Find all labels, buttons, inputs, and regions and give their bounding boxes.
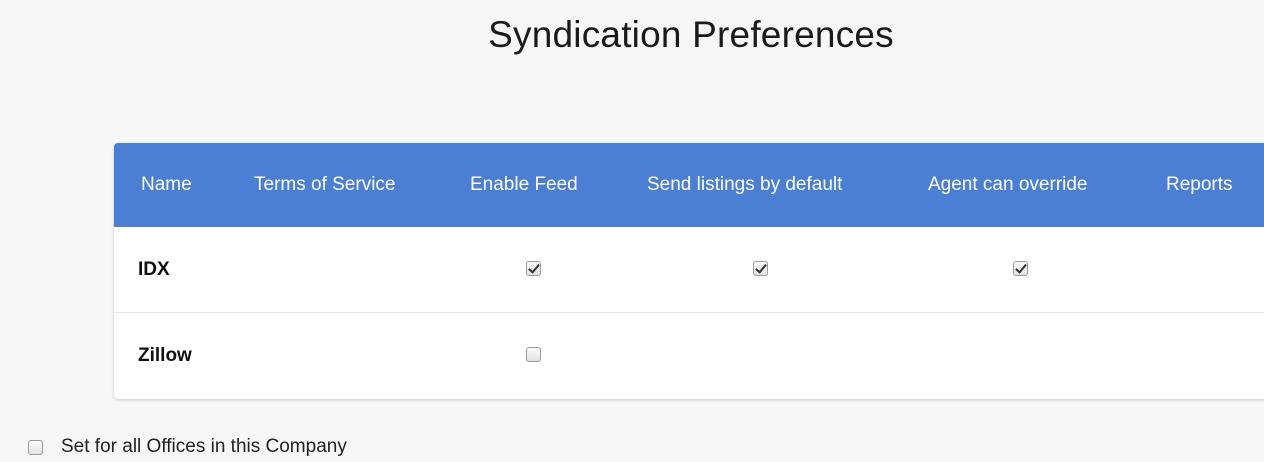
table-header: Name Terms of Service Enable Feed Send l… bbox=[114, 143, 1264, 227]
syndication-preferences-page: Syndication Preferences Name Terms of Se… bbox=[0, 0, 1264, 462]
set-for-all-offices-option[interactable]: Set for all Offices in this Company bbox=[28, 434, 347, 460]
column-header-enable-feed: Enable Feed bbox=[470, 174, 578, 195]
enable-feed-checkbox[interactable] bbox=[526, 261, 541, 276]
table-row-zillow: Zillow bbox=[114, 313, 1264, 399]
column-header-send-by-default: Send listings by default bbox=[647, 174, 843, 195]
column-header-agent-override: Agent can override bbox=[928, 174, 1088, 195]
row-name: Zillow bbox=[138, 345, 192, 366]
column-header-reports: Reports bbox=[1166, 174, 1233, 195]
set-for-all-offices-label: Set for all Offices in this Company bbox=[61, 436, 347, 457]
enable-feed-checkbox[interactable] bbox=[526, 347, 541, 362]
set-for-all-offices-checkbox[interactable] bbox=[28, 439, 43, 455]
syndication-table: Name Terms of Service Enable Feed Send l… bbox=[114, 143, 1264, 399]
row-name: IDX bbox=[138, 259, 170, 280]
send-by-default-checkbox[interactable] bbox=[753, 261, 768, 276]
table-row-idx: IDX bbox=[114, 227, 1264, 313]
column-header-name: Name bbox=[141, 174, 192, 195]
column-header-terms-of-service: Terms of Service bbox=[254, 174, 396, 195]
page-title: Syndication Preferences bbox=[488, 14, 894, 55]
agent-override-checkbox[interactable] bbox=[1013, 261, 1028, 276]
